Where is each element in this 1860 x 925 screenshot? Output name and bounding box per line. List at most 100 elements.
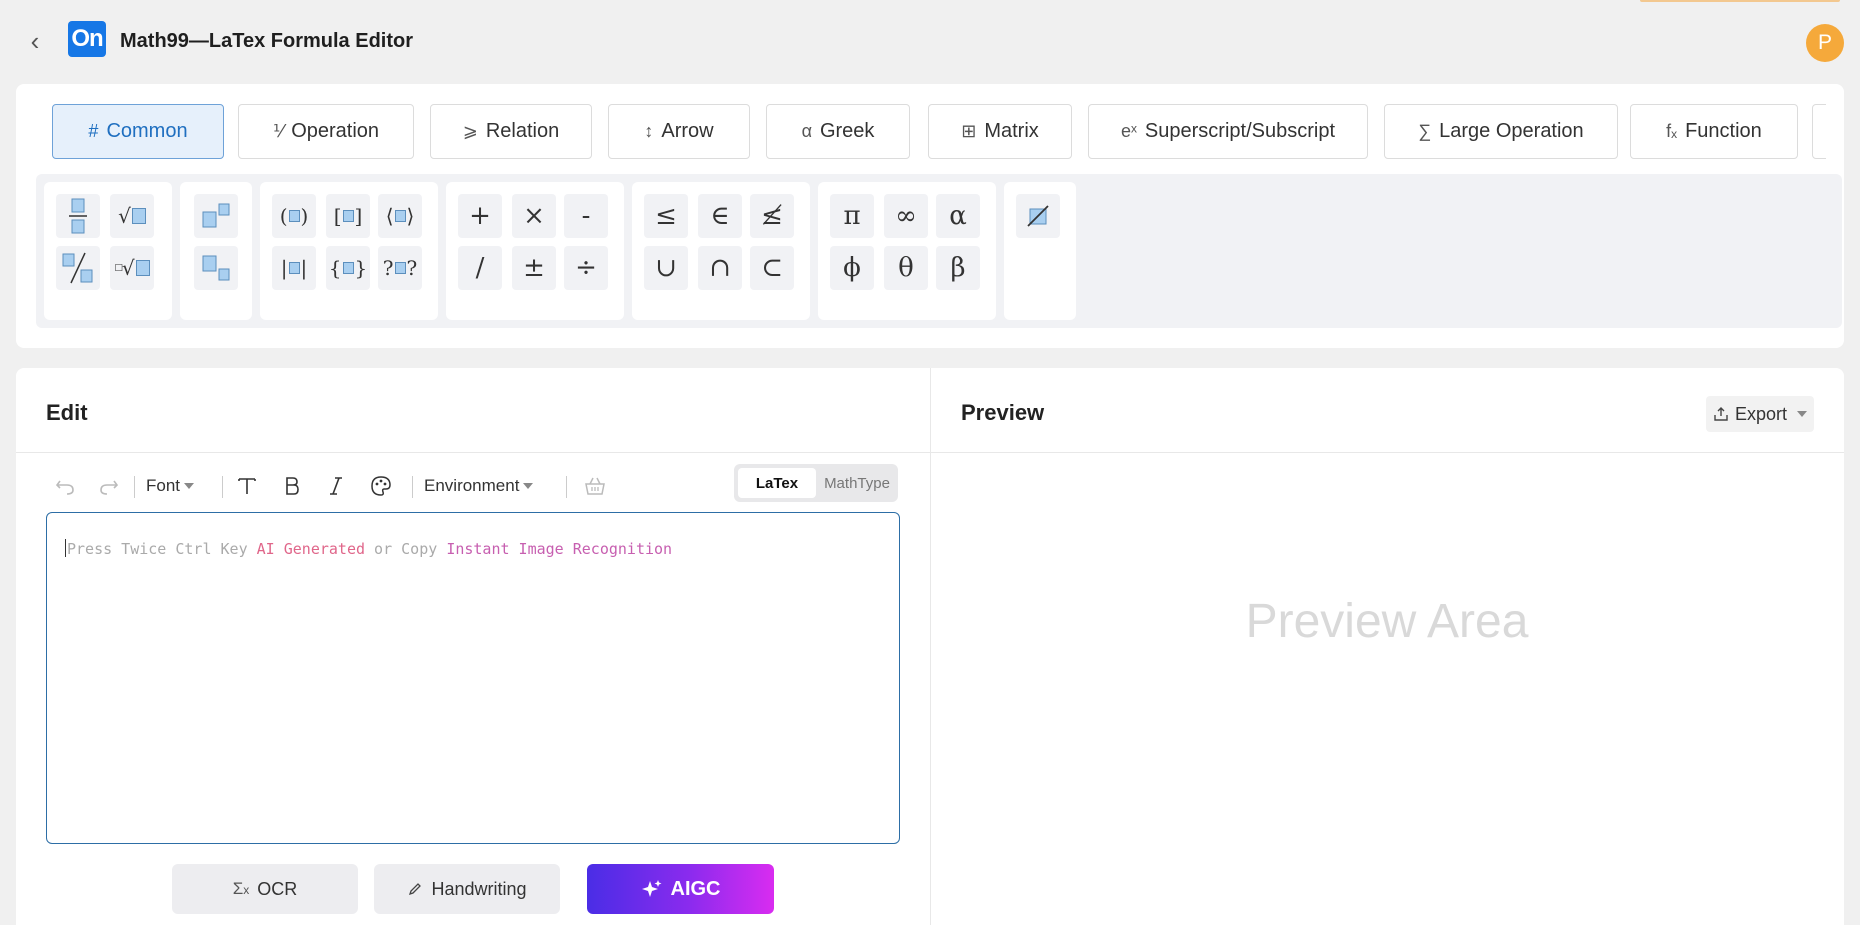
tab-operation[interactable]: ⅟ Operation	[238, 104, 414, 159]
app-logo: On	[68, 21, 106, 57]
app-header: ‹ On Math99—LaTex Formula Editor P	[0, 0, 1860, 84]
symbol-palette: √ □ √ () [] ⟨ ⟩ | | {} ?? + × - / ± ÷ ≤ …	[36, 174, 1842, 328]
square-brackets-symbol[interactable]: []	[326, 194, 370, 238]
alpha-symbol[interactable]: α	[936, 194, 980, 238]
tab-label: Function	[1685, 120, 1762, 142]
mode-toggle: LaTex MathType	[734, 464, 898, 502]
tab-label: Arrow	[661, 120, 714, 142]
tab-large-operation[interactable]: ∑ Large Operation	[1384, 104, 1618, 159]
absolute-value-symbol[interactable]: | |	[272, 246, 316, 290]
tab-function[interactable]: fₓ Function	[1630, 104, 1798, 159]
header-divider	[16, 452, 1844, 453]
placeholder-ai-link[interactable]: AI Generated	[257, 540, 365, 558]
text-format-icon[interactable]	[236, 472, 258, 500]
bold-icon[interactable]	[282, 472, 302, 500]
infinity-symbol[interactable]: ∞	[884, 194, 928, 238]
angle-brackets-symbol[interactable]: ⟨ ⟩	[378, 194, 422, 238]
mode-latex-button[interactable]: LaTex	[738, 468, 816, 498]
slash-fraction-symbol[interactable]	[56, 246, 100, 290]
minus-symbol[interactable]: -	[564, 194, 608, 238]
undo-icon[interactable]	[54, 472, 76, 500]
superscript-symbol[interactable]	[194, 194, 238, 238]
plus-symbol[interactable]: +	[458, 194, 502, 238]
preview-title: Preview	[961, 400, 1045, 425]
plus-minus-symbol[interactable]: ±	[512, 246, 556, 290]
sparkle-icon	[641, 880, 661, 897]
division-symbol[interactable]: ÷	[564, 246, 608, 290]
preview-area: Preview Area	[1245, 595, 1529, 648]
symbol-toolbar: # Common ⅟ Operation ⩾ Relation ↕ Arrow …	[16, 84, 1844, 348]
tab-arrow[interactable]: ↕ Arrow	[608, 104, 750, 159]
tab-common[interactable]: # Common	[52, 104, 224, 159]
union-symbol[interactable]: ∪	[644, 246, 688, 290]
relation-icon: ⩾	[462, 121, 478, 141]
font-dropdown[interactable]: Font	[146, 472, 195, 500]
element-of-symbol[interactable]: ∈	[698, 194, 742, 238]
tab-label: Large Operation	[1439, 120, 1584, 142]
environment-dropdown[interactable]: Environment	[424, 472, 534, 500]
symbol-group-brackets: () [] ⟨ ⟩ | | {} ??	[260, 182, 438, 320]
palette-icon[interactable]	[370, 472, 392, 500]
handwriting-label: Handwriting	[431, 878, 527, 899]
redo-icon[interactable]	[98, 472, 120, 500]
export-button[interactable]: Export	[1706, 396, 1814, 432]
symbol-group-operators: + × - / ± ÷	[446, 182, 624, 320]
tab-label: Common	[106, 120, 188, 142]
sigma-icon: ∑	[1418, 121, 1432, 141]
font-label: Font	[146, 476, 181, 495]
theta-symbol[interactable]: θ	[884, 246, 928, 290]
tab-relation[interactable]: ⩾ Relation	[430, 104, 592, 159]
fraction-icon: ⅟	[272, 121, 284, 141]
vertical-arrow-icon: ↕	[644, 121, 654, 141]
tab-matrix[interactable]: ⊞ Matrix	[928, 104, 1072, 159]
alpha-icon: α	[801, 121, 812, 141]
times-symbol[interactable]: ×	[512, 194, 556, 238]
handwriting-button[interactable]: Handwriting	[374, 864, 560, 914]
subset-symbol[interactable]: ⊂	[750, 246, 794, 290]
toolbar-separator	[222, 476, 223, 498]
tab-superscript-subscript[interactable]: eˣ Superscript/Subscript	[1088, 104, 1368, 159]
pi-symbol[interactable]: π	[830, 194, 874, 238]
symbol-group-fraction: √ □ √	[44, 182, 172, 320]
cancel-symbol[interactable]	[1016, 194, 1060, 238]
chevron-down-icon	[184, 483, 195, 489]
sqrt-symbol[interactable]: √	[110, 194, 154, 238]
parentheses-symbol[interactable]: ()	[272, 194, 316, 238]
subscript-symbol[interactable]	[194, 246, 238, 290]
ocr-label: OCR	[257, 878, 298, 899]
app-title: Math99—LaTex Formula Editor	[120, 30, 414, 52]
aigc-button[interactable]: AIGC	[587, 864, 774, 914]
environment-label: Environment	[424, 476, 520, 495]
editor-placeholder: Press Twice Ctrl Key AI Generated or Cop…	[65, 539, 672, 558]
edit-title: Edit	[46, 400, 88, 425]
pen-icon	[409, 883, 422, 896]
tab-label: Superscript/Subscript	[1144, 120, 1335, 142]
mode-mathtype-button[interactable]: MathType	[818, 468, 896, 498]
tab-greek[interactable]: α Greek	[766, 104, 910, 159]
custom-delimiters-symbol[interactable]: ??	[378, 246, 422, 290]
less-equal-symbol[interactable]: ≤	[644, 194, 688, 238]
tab-label: Greek	[819, 120, 875, 142]
latex-input[interactable]: Press Twice Ctrl Key AI Generated or Cop…	[46, 512, 900, 844]
curly-braces-symbol[interactable]: {}	[326, 246, 370, 290]
italic-icon[interactable]	[326, 472, 346, 500]
tab-more[interactable]	[1812, 104, 1826, 159]
phi-symbol[interactable]: ϕ	[830, 246, 874, 290]
not-less-equal-symbol[interactable]: ≰	[750, 194, 794, 238]
nth-root-symbol[interactable]: □ √	[110, 246, 154, 290]
beta-symbol[interactable]: β	[936, 246, 980, 290]
editor-main: Edit Preview Export Font Environment LaT…	[16, 368, 1844, 925]
basket-icon[interactable]	[584, 472, 606, 500]
fraction-symbol[interactable]	[56, 194, 100, 238]
avatar[interactable]: P	[1806, 24, 1844, 62]
symbol-group-greek: π ∞ α ϕ θ β	[818, 182, 996, 320]
placeholder-or: or Copy	[365, 540, 447, 558]
intersection-symbol[interactable]: ∩	[698, 246, 742, 290]
chevron-left-icon[interactable]: ‹	[24, 28, 46, 54]
superscript-icon: eˣ	[1121, 121, 1137, 141]
placeholder-ocr-link[interactable]: Instant Image Recognition	[446, 540, 672, 558]
divide-slash-symbol[interactable]: /	[458, 246, 502, 290]
export-icon	[1714, 407, 1728, 421]
ocr-button[interactable]: Σx OCR	[172, 864, 358, 914]
top-accent-bar	[1640, 0, 1840, 2]
